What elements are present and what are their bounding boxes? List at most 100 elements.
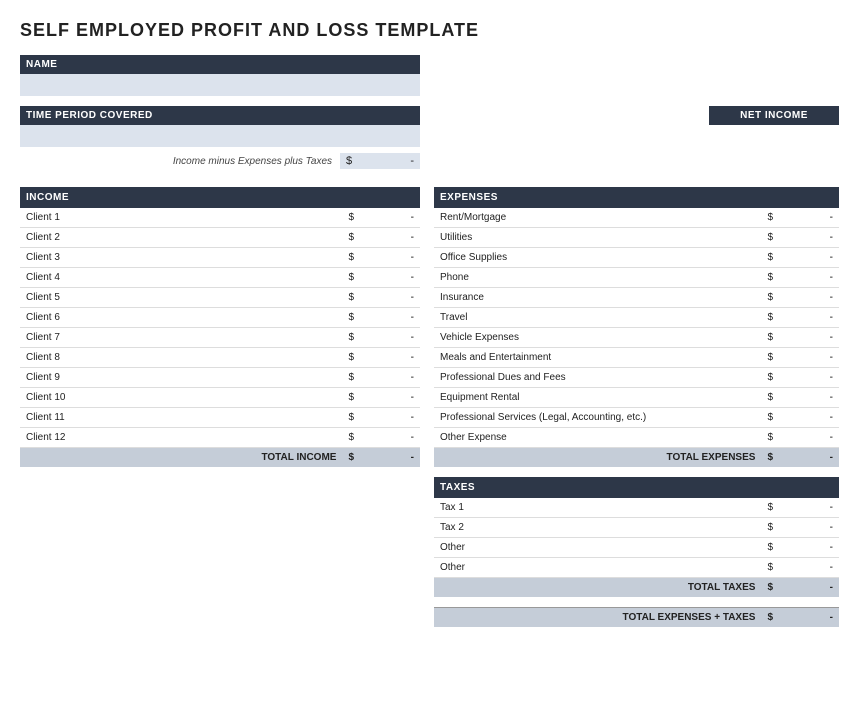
formula-text: Income minus Expenses plus Taxes [173,156,332,167]
expense-row-value[interactable] [779,308,839,328]
income-row: Client 2 $ [20,228,420,248]
name-label: NAME [20,55,420,74]
expense-row-dollar: $ [761,268,779,288]
expense-row: Equipment Rental $ [434,388,839,408]
income-row-value[interactable] [360,328,420,348]
total-expenses-taxes-dollar: $ [761,608,779,628]
income-row-dollar: $ [342,268,360,288]
income-row: Client 5 $ [20,288,420,308]
expense-row-label: Phone [434,268,761,288]
expense-row-value[interactable] [779,248,839,268]
tax-row: Tax 1 $ [434,498,839,518]
income-row-value[interactable] [360,268,420,288]
tax-row-label: Other [434,558,761,578]
expense-row-dollar: $ [761,308,779,328]
expense-row-dollar: $ [761,388,779,408]
expenses-total-dollar: $ [761,448,779,468]
income-row-label: Client 4 [20,268,342,288]
expense-row-value[interactable] [779,428,839,448]
income-row-label: Client 11 [20,408,342,428]
tax-row-dollar: $ [761,538,779,558]
expense-row-label: Professional Dues and Fees [434,368,761,388]
expense-row-dollar: $ [761,368,779,388]
expense-row-label: Travel [434,308,761,328]
income-row-label: Client 5 [20,288,342,308]
income-row-value[interactable] [360,228,420,248]
income-row-label: Client 1 [20,208,342,228]
total-expenses-taxes-value: - [779,608,839,628]
tax-row-value[interactable] [779,538,839,558]
tax-row-value[interactable] [779,518,839,538]
income-row-value[interactable] [360,408,420,428]
income-row-value[interactable] [360,248,420,268]
taxes-header: TAXES [434,477,839,498]
income-row-label: Client 12 [20,428,342,448]
expense-row-value[interactable] [779,228,839,248]
name-input[interactable] [20,74,420,96]
income-row-label: Client 8 [20,348,342,368]
income-row: Client 10 $ [20,388,420,408]
income-row-value[interactable] [360,388,420,408]
expenses-header: EXPENSES [434,187,839,208]
taxes-total-label: TOTAL TAXES [434,578,761,598]
income-row-label: Client 9 [20,368,342,388]
income-row-value[interactable] [360,288,420,308]
expense-row: Professional Dues and Fees $ [434,368,839,388]
income-row-label: Client 2 [20,228,342,248]
time-label: TIME PERIOD COVERED [20,106,420,125]
taxes-table: TAXES Tax 1 $ Tax 2 $ Other $ Other $ TO… [434,477,839,597]
expenses-total-row: TOTAL EXPENSES $ - [434,448,839,468]
income-row-value[interactable] [360,348,420,368]
expense-row-value[interactable] [779,408,839,428]
tax-row-value[interactable] [779,498,839,518]
expense-row-label: Office Supplies [434,248,761,268]
expense-row-dollar: $ [761,288,779,308]
income-row-label: Client 7 [20,328,342,348]
income-row-dollar: $ [342,428,360,448]
income-row: Client 7 $ [20,328,420,348]
time-input[interactable] [20,125,420,147]
income-row-value[interactable] [360,308,420,328]
tax-row: Tax 2 $ [434,518,839,538]
expense-row: Meals and Entertainment $ [434,348,839,368]
expense-row: Office Supplies $ [434,248,839,268]
income-row-dollar: $ [342,328,360,348]
expense-row-value[interactable] [779,328,839,348]
income-row-dollar: $ [342,248,360,268]
expense-row-value[interactable] [779,368,839,388]
total-expenses-taxes-row: TOTAL EXPENSES + TAXES $ - [434,608,839,628]
tax-row-value[interactable] [779,558,839,578]
taxes-total-row: TOTAL TAXES $ - [434,578,839,598]
expense-row-value[interactable] [779,208,839,228]
income-total-label: TOTAL INCOME [20,448,342,468]
income-row-dollar: $ [342,208,360,228]
income-total-row: TOTAL INCOME $ - [20,448,420,468]
tax-row-label: Tax 2 [434,518,761,538]
expense-row-label: Professional Services (Legal, Accounting… [434,408,761,428]
income-row-value[interactable] [360,428,420,448]
expense-row: Professional Services (Legal, Accounting… [434,408,839,428]
expense-row-value[interactable] [779,268,839,288]
taxes-total-value: - [779,578,839,598]
expense-row-value[interactable] [779,348,839,368]
expense-row-dollar: $ [761,208,779,228]
income-header: INCOME [20,187,420,208]
tax-row: Other $ [434,538,839,558]
income-row-value[interactable] [360,368,420,388]
expense-row-value[interactable] [779,388,839,408]
income-row: Client 12 $ [20,428,420,448]
income-total-value: - [360,448,420,468]
expense-row-value[interactable] [779,288,839,308]
expense-row: Insurance $ [434,288,839,308]
income-row-label: Client 3 [20,248,342,268]
expense-row-dollar: $ [761,348,779,368]
net-income-label: NET INCOME [709,106,839,125]
income-row-dollar: $ [342,368,360,388]
expense-row-label: Equipment Rental [434,388,761,408]
income-row-value[interactable] [360,208,420,228]
income-row-dollar: $ [342,288,360,308]
expense-row-dollar: $ [761,408,779,428]
expense-row: Utilities $ [434,228,839,248]
total-expenses-taxes-table: TOTAL EXPENSES + TAXES $ - [434,607,839,627]
expenses-table: EXPENSES Rent/Mortgage $ Utilities $ Off… [434,187,839,467]
